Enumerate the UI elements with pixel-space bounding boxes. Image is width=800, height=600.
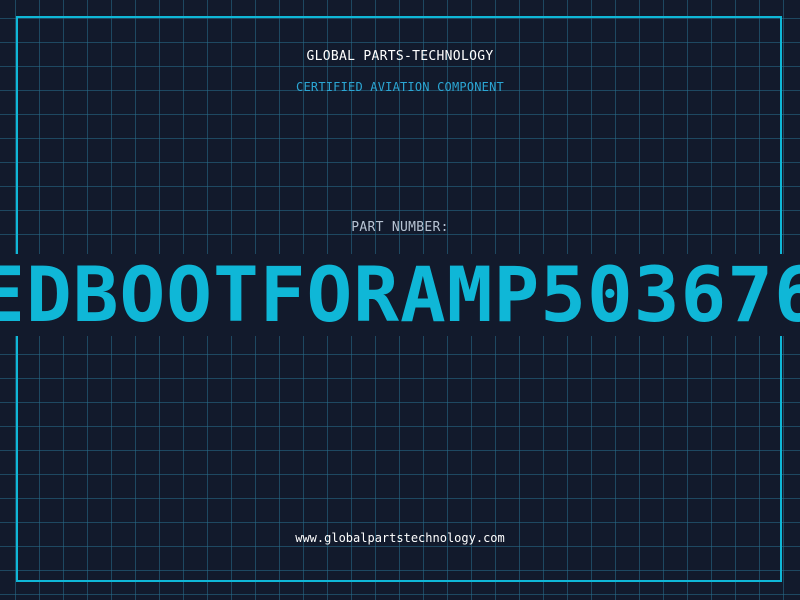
part-label-canvas: GLOBAL PARTS-TECHNOLOGY CERTIFIED AVIATI… bbox=[0, 0, 800, 600]
company-name: GLOBAL PARTS-TECHNOLOGY bbox=[306, 49, 494, 64]
certification-subtitle: CERTIFIED AVIATION COMPONENT bbox=[296, 80, 504, 94]
part-number-value: EDBOOTFORAMP503676 bbox=[0, 250, 800, 339]
part-number-label: PART NUMBER: bbox=[351, 220, 449, 235]
website-url: www.globalpartstechnology.com bbox=[295, 531, 505, 545]
